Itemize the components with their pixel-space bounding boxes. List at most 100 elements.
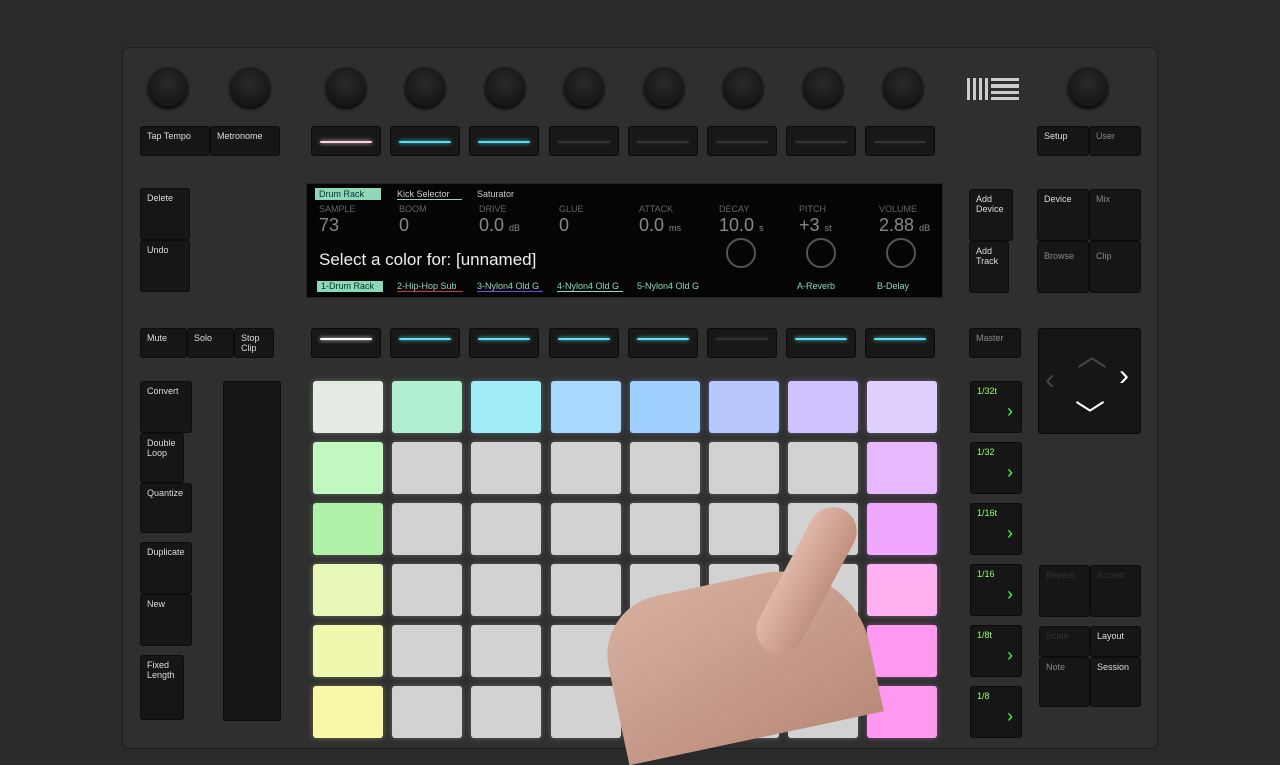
track-label[interactable]: 1-Drum Rack <box>317 281 383 292</box>
upper-select-button[interactable] <box>469 126 540 156</box>
pad[interactable] <box>867 442 938 494</box>
master-volume-knob[interactable] <box>1068 67 1108 107</box>
pad[interactable] <box>313 686 383 738</box>
new-button[interactable]: New <box>140 594 192 646</box>
param-dial[interactable] <box>886 238 916 268</box>
lower-select-button[interactable] <box>390 328 461 358</box>
fixed-length-button[interactable]: Fixed Length <box>140 655 184 720</box>
add-track-button[interactable]: Add Track <box>969 241 1009 293</box>
track-label[interactable]: 2-Hip-Hop Sub <box>397 281 463 292</box>
scale-button[interactable]: Scale <box>1039 626 1090 657</box>
lower-select-button[interactable] <box>311 328 381 358</box>
pad[interactable] <box>471 564 542 616</box>
pad[interactable] <box>867 503 938 555</box>
scene-button[interactable]: 1/16t › <box>970 503 1022 555</box>
pad[interactable] <box>867 625 938 677</box>
pad[interactable] <box>709 503 779 555</box>
pad[interactable] <box>392 625 463 677</box>
encoder-knob[interactable] <box>803 67 843 107</box>
solo-button[interactable]: Solo <box>187 328 234 358</box>
pad[interactable] <box>313 381 383 433</box>
track-label[interactable]: B-Delay <box>877 281 943 292</box>
layout-button[interactable]: Layout <box>1090 626 1141 657</box>
upper-select-button[interactable] <box>865 126 936 156</box>
upper-select-button[interactable] <box>390 126 461 156</box>
encoder-knob[interactable] <box>644 67 684 107</box>
track-label[interactable]: A-Reverb <box>797 281 863 292</box>
setup-button[interactable]: Setup <box>1037 126 1089 156</box>
pad[interactable] <box>629 381 700 433</box>
pad[interactable] <box>471 625 542 677</box>
pad[interactable] <box>550 564 621 616</box>
lower-select-button[interactable] <box>865 328 936 358</box>
lower-select-button[interactable] <box>786 328 857 358</box>
pad[interactable] <box>313 625 383 677</box>
encoder-knob[interactable] <box>485 67 525 107</box>
pad[interactable] <box>392 564 463 616</box>
navigation-dpad[interactable]: ︿ ‹ › ﹀ <box>1038 328 1141 434</box>
track-label[interactable] <box>717 281 783 282</box>
param-dial[interactable] <box>726 238 756 268</box>
encoder-knob[interactable] <box>883 67 923 107</box>
display-tab-kick-selector[interactable]: Kick Selector <box>397 189 462 200</box>
arrow-right-icon[interactable]: › <box>1119 359 1129 393</box>
encoder-knob[interactable] <box>148 67 188 107</box>
metronome-button[interactable]: Metronome <box>210 126 280 156</box>
lower-select-button[interactable] <box>707 328 777 358</box>
pad[interactable] <box>550 381 621 433</box>
pad[interactable] <box>550 442 621 494</box>
arrow-down-icon[interactable]: ﹀ <box>1075 391 1105 435</box>
upper-select-button[interactable] <box>548 126 619 156</box>
pad[interactable] <box>392 381 463 433</box>
arrow-left-icon[interactable]: ‹ <box>1045 363 1055 397</box>
clip-button[interactable]: Clip <box>1089 241 1141 293</box>
pad[interactable] <box>788 381 859 433</box>
pad[interactable] <box>313 442 383 494</box>
add-device-button[interactable]: Add Device <box>969 189 1013 241</box>
stop-clip-button[interactable]: Stop Clip <box>234 328 274 358</box>
lower-select-button[interactable] <box>548 328 619 358</box>
upper-select-button[interactable] <box>311 126 381 156</box>
device-button[interactable]: Device <box>1037 189 1089 241</box>
pad[interactable] <box>313 564 383 616</box>
upper-select-button[interactable] <box>707 126 777 156</box>
encoder-knob[interactable] <box>723 67 763 107</box>
pad[interactable] <box>471 686 542 738</box>
encoder-knob[interactable] <box>326 67 366 107</box>
encoder-knob[interactable] <box>230 67 270 107</box>
pad[interactable] <box>788 442 859 494</box>
display-tab-saturator[interactable]: Saturator <box>477 189 514 199</box>
lower-select-button[interactable] <box>469 328 540 358</box>
upper-select-button[interactable] <box>627 126 698 156</box>
track-label[interactable]: 3-Nylon4 Old G <box>477 281 543 292</box>
encoder-knob[interactable] <box>564 67 604 107</box>
pad[interactable] <box>550 686 621 738</box>
scene-button[interactable]: 1/8t › <box>970 625 1022 677</box>
scene-button[interactable]: 1/32t › <box>970 381 1022 433</box>
scene-button[interactable]: 1/16 › <box>970 564 1022 616</box>
scene-button[interactable]: 1/32 › <box>970 442 1022 494</box>
pad[interactable] <box>709 381 779 433</box>
user-button[interactable]: User <box>1089 126 1141 156</box>
pad[interactable] <box>867 381 938 433</box>
quantize-button[interactable]: Quantize <box>140 483 192 533</box>
browse-button[interactable]: Browse <box>1037 241 1089 293</box>
mix-button[interactable]: Mix <box>1089 189 1141 241</box>
repeat-button[interactable]: Repeat <box>1039 565 1090 617</box>
pad[interactable] <box>313 503 383 555</box>
delete-button[interactable]: Delete <box>140 188 190 240</box>
note-button[interactable]: Note <box>1039 657 1090 707</box>
pad[interactable] <box>550 503 621 555</box>
encoder-knob[interactable] <box>405 67 445 107</box>
session-button[interactable]: Session <box>1090 657 1141 707</box>
pad[interactable] <box>392 686 463 738</box>
lower-select-button[interactable] <box>627 328 698 358</box>
pad[interactable] <box>629 503 700 555</box>
pad[interactable] <box>471 381 542 433</box>
undo-button[interactable]: Undo <box>140 240 190 292</box>
track-label[interactable]: 5-Nylon4 Old G <box>637 281 703 292</box>
pad[interactable] <box>471 442 542 494</box>
pad[interactable] <box>392 503 463 555</box>
duplicate-button[interactable]: Duplicate <box>140 542 192 594</box>
tap-tempo-button[interactable]: Tap Tempo <box>140 126 210 156</box>
